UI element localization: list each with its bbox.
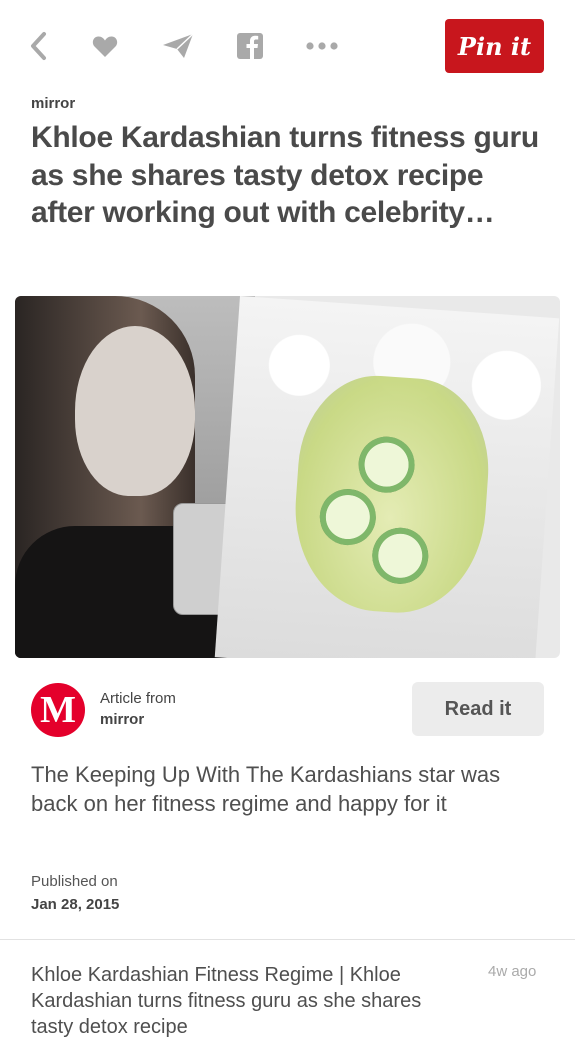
heart-icon[interactable] [85,26,125,66]
divider [0,939,575,940]
top-toolbar: Pin it [0,0,575,90]
related-pin-time: 4w ago [488,963,537,980]
pin-it-button[interactable]: Pin it [445,19,544,73]
pin-source[interactable]: mirror [31,95,75,112]
published-label: Published on [31,873,118,890]
article-source[interactable]: mirror [100,711,144,728]
detox-pitcher-photo [214,296,560,658]
read-it-button[interactable]: Read it [412,682,544,736]
send-icon[interactable] [158,26,198,66]
article-description: The Keeping Up With The Kardashians star… [31,762,501,816]
article-from-label: Article from [100,690,176,707]
related-pin-title[interactable]: Khloe Kardashian Fitness Regime | Khloe … [31,962,461,1040]
published-date: Jan 28, 2015 [31,896,120,913]
pin-headline[interactable]: Khloe Kardashian turns fitness guru as s… [31,119,551,232]
facebook-icon[interactable] [230,26,270,66]
pin-image[interactable] [15,296,560,658]
mirror-logo[interactable]: M [31,683,85,737]
back-icon[interactable] [19,26,59,66]
more-icon[interactable] [302,26,342,66]
